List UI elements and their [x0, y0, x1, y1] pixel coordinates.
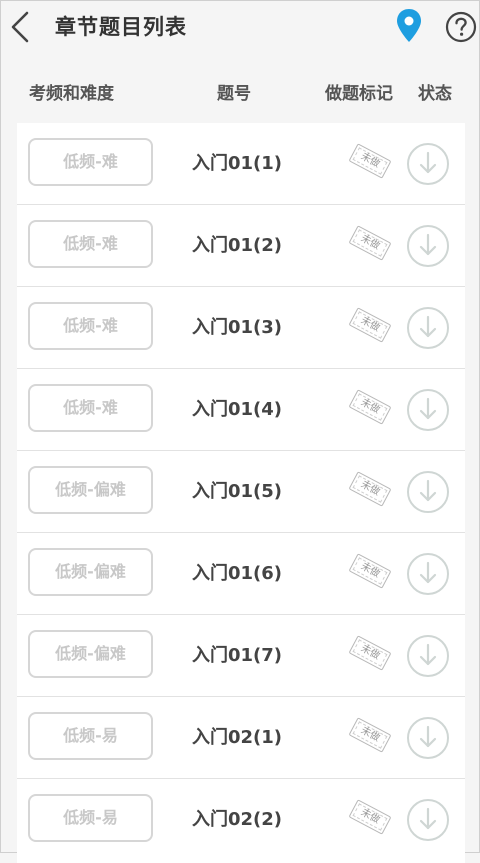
question-number: 入门01(4)	[191, 399, 283, 420]
download-circle-icon[interactable]	[406, 388, 450, 432]
mark-label: 未做	[358, 315, 382, 335]
mark-label: 未做	[358, 397, 382, 417]
column-header-difficulty: 考频和难度	[29, 84, 114, 104]
difficulty-badge[interactable]: 低频-偏难	[28, 466, 153, 514]
difficulty-badge[interactable]: 低频-难	[28, 384, 153, 432]
download-circle-icon[interactable]	[406, 716, 450, 760]
column-header-status: 状态	[418, 84, 452, 104]
question-list[interactable]: 低频-难 入门01(1) 未做 低频-难 入门01(2) 未做 低频-难 入门0…	[17, 123, 465, 863]
mark-label: 未做	[358, 561, 382, 581]
download-circle-icon[interactable]	[406, 798, 450, 842]
top-bar: 章节题目列表	[1, 1, 479, 53]
column-header-number: 题号	[217, 84, 251, 104]
column-header-mark: 做题标记	[325, 84, 393, 104]
list-item[interactable]: 低频-偏难 入门01(5) 未做	[17, 451, 465, 533]
difficulty-badge[interactable]: 低频-难	[28, 220, 153, 268]
location-pin-icon	[397, 9, 421, 42]
list-item[interactable]: 低频-偏难 入门01(7) 未做	[17, 615, 465, 697]
not-done-stamp-icon: 未做	[348, 717, 392, 753]
download-circle-icon[interactable]	[406, 306, 450, 350]
download-circle-icon[interactable]	[406, 552, 450, 596]
difficulty-badge[interactable]: 低频-易	[28, 712, 153, 760]
list-item[interactable]: 低频-难 入门01(1) 未做	[17, 123, 465, 205]
help-circle-icon	[445, 11, 477, 43]
help-button[interactable]	[445, 11, 477, 43]
difficulty-badge[interactable]: 低频-易	[28, 794, 153, 842]
question-number: 入门01(7)	[191, 645, 283, 666]
download-circle-icon[interactable]	[406, 634, 450, 678]
back-button[interactable]	[7, 10, 37, 44]
question-number: 入门01(5)	[191, 481, 283, 502]
not-done-stamp-icon: 未做	[348, 143, 392, 179]
list-item[interactable]: 低频-易 入门02(1) 未做	[17, 697, 465, 779]
not-done-stamp-icon: 未做	[348, 389, 392, 425]
question-number: 入门01(1)	[191, 153, 283, 174]
list-item[interactable]: 低频-难 入门01(2) 未做	[17, 205, 465, 287]
column-headers: 考频和难度 题号 做题标记 状态	[1, 65, 479, 117]
question-number: 入门02(1)	[191, 727, 283, 748]
mark-label: 未做	[358, 807, 382, 827]
chevron-left-icon	[11, 11, 29, 43]
difficulty-badge[interactable]: 低频-偏难	[28, 548, 153, 596]
list-item[interactable]: 低频-偏难 入门01(6) 未做	[17, 533, 465, 615]
not-done-stamp-icon: 未做	[348, 307, 392, 343]
download-circle-icon[interactable]	[406, 142, 450, 186]
question-number: 入门01(3)	[191, 317, 283, 338]
not-done-stamp-icon: 未做	[348, 225, 392, 261]
download-circle-icon[interactable]	[406, 470, 450, 514]
mark-label: 未做	[358, 233, 382, 253]
question-number: 入门01(2)	[191, 235, 283, 256]
mark-label: 未做	[358, 725, 382, 745]
list-item[interactable]: 低频-难 入门01(4) 未做	[17, 369, 465, 451]
difficulty-badge[interactable]: 低频-偏难	[28, 630, 153, 678]
not-done-stamp-icon: 未做	[348, 553, 392, 589]
mark-label: 未做	[358, 643, 382, 663]
not-done-stamp-icon: 未做	[348, 635, 392, 671]
not-done-stamp-icon: 未做	[348, 799, 392, 835]
list-item[interactable]: 低频-易 入门02(2) 未做	[17, 779, 465, 861]
question-number: 入门02(2)	[191, 809, 283, 830]
difficulty-badge[interactable]: 低频-难	[28, 302, 153, 350]
location-button[interactable]	[395, 8, 423, 44]
mark-label: 未做	[358, 151, 382, 171]
mark-label: 未做	[358, 479, 382, 499]
list-item[interactable]: 低频-难 入门01(3) 未做	[17, 287, 465, 369]
download-circle-icon[interactable]	[406, 224, 450, 268]
question-number: 入门01(6)	[191, 563, 283, 584]
difficulty-badge[interactable]: 低频-难	[28, 138, 153, 186]
page-title: 章节题目列表	[55, 15, 187, 39]
not-done-stamp-icon: 未做	[348, 471, 392, 507]
